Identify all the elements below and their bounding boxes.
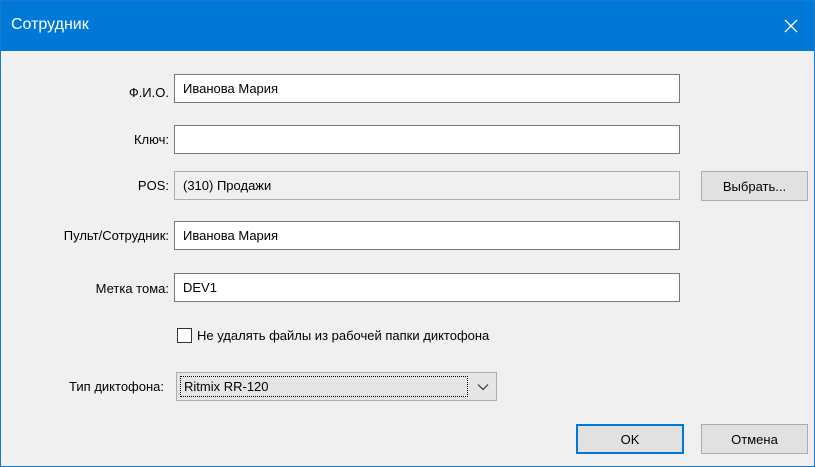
- remote-employee-field[interactable]: [174, 221, 680, 250]
- pos-field: [174, 171, 680, 200]
- keep-files-label: Не удалять файлы из рабочей папки диктоф…: [197, 327, 490, 343]
- dialog-title: Сотрудник: [11, 16, 89, 33]
- recorder-type-select[interactable]: Ritmix RR-120: [176, 372, 497, 401]
- volume-label: Метка тома:: [95, 281, 169, 296]
- choose-pos-button[interactable]: Выбрать...: [701, 171, 808, 201]
- fio-field[interactable]: [174, 74, 680, 103]
- pos-label: POS:: [137, 178, 169, 193]
- chevron-down-icon: [477, 383, 489, 390]
- keep-files-checkbox[interactable]: [177, 327, 192, 343]
- cancel-button[interactable]: Отмена: [701, 424, 808, 454]
- keep-files-option[interactable]: Не удалять файлы из рабочей папки диктоф…: [177, 326, 489, 344]
- key-field[interactable]: [174, 125, 680, 154]
- dropdown-button[interactable]: [470, 373, 496, 400]
- employee-dialog: Сотрудник Ф.И.О. Ключ: POS: Выбрать... П…: [0, 0, 815, 467]
- recorder-type-label: Тип диктофона:: [69, 379, 164, 394]
- close-button[interactable]: [768, 1, 814, 51]
- ok-button[interactable]: OK: [576, 424, 684, 454]
- recorder-type-value: Ritmix RR-120: [180, 376, 468, 397]
- fio-label: Ф.И.О.: [128, 85, 169, 100]
- volume-label-field[interactable]: [174, 273, 680, 302]
- remote-label: Пульт/Сотрудник:: [63, 228, 169, 243]
- title-bar: Сотрудник: [1, 1, 814, 51]
- close-icon: [784, 19, 798, 33]
- key-label: Ключ:: [133, 132, 169, 147]
